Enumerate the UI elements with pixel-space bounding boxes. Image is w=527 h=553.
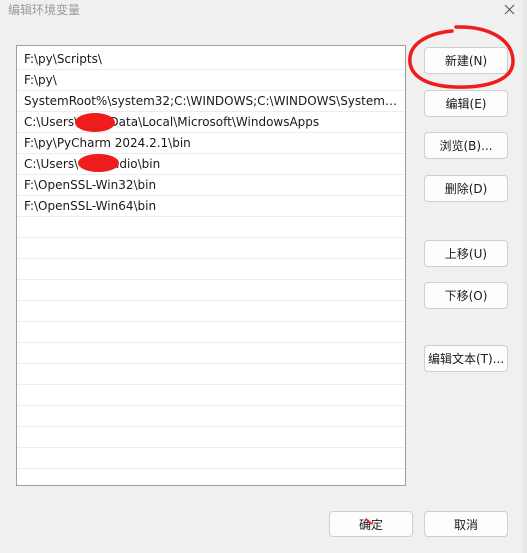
list-item[interactable] bbox=[17, 217, 405, 238]
list-item[interactable] bbox=[17, 427, 405, 448]
list-item[interactable]: F:\py\PyCharm 2024.2.1\bin bbox=[17, 133, 405, 154]
close-button[interactable] bbox=[496, 0, 522, 18]
redaction-mark bbox=[78, 154, 119, 172]
window-edge bbox=[522, 0, 527, 553]
list-item[interactable] bbox=[17, 280, 405, 301]
new-button[interactable]: 新建(N) bbox=[424, 47, 508, 74]
window-title: 编辑环境变量 bbox=[8, 3, 81, 17]
title-bar: 编辑环境变量 bbox=[0, 0, 527, 22]
list-item[interactable]: F:\py\Scripts\ bbox=[17, 49, 405, 70]
list-item[interactable] bbox=[17, 406, 405, 427]
list-item[interactable] bbox=[17, 385, 405, 406]
redaction-mark bbox=[75, 113, 115, 132]
path-list[interactable]: F:\py\Scripts\ F:\py\ SystemRoot%\system… bbox=[16, 45, 406, 486]
edit-text-button[interactable]: 编辑文本(T)... bbox=[424, 345, 508, 372]
move-down-button[interactable]: 下移(O) bbox=[424, 282, 508, 309]
ok-button[interactable]: 确定 bbox=[329, 511, 413, 537]
list-item[interactable]: F:\py\ bbox=[17, 70, 405, 91]
list-item[interactable]: SystemRoot%\system32;C:\WINDOWS;C:\WINDO… bbox=[17, 91, 405, 112]
cancel-button[interactable]: 取消 bbox=[424, 511, 508, 537]
list-item-text: F:\OpenSSL-Win32\bin bbox=[24, 178, 157, 192]
list-item[interactable]: F:\OpenSSL-Win32\bin bbox=[17, 175, 405, 196]
list-item[interactable] bbox=[17, 469, 405, 485]
list-item[interactable] bbox=[17, 448, 405, 469]
browse-button[interactable]: 浏览(B)... bbox=[424, 132, 508, 159]
edit-button[interactable]: 编辑(E) bbox=[424, 90, 508, 117]
list-item[interactable] bbox=[17, 238, 405, 259]
close-icon bbox=[504, 4, 514, 14]
list-item[interactable] bbox=[17, 259, 405, 280]
move-up-button[interactable]: 上移(U) bbox=[424, 240, 508, 267]
delete-button[interactable]: 删除(D) bbox=[424, 175, 508, 202]
list-item-text: SystemRoot%\system32;C:\WINDOWS;C:\WINDO… bbox=[24, 94, 402, 108]
list-item-text: F:\py\Scripts\ bbox=[24, 52, 102, 66]
list-item[interactable]: F:\OpenSSL-Win64\bin bbox=[17, 196, 405, 217]
list-item[interactable] bbox=[17, 343, 405, 364]
list-item-text: F:\py\PyCharm 2024.2.1\bin bbox=[24, 136, 191, 150]
list-item-text: F:\py\ bbox=[24, 73, 57, 87]
list-item[interactable] bbox=[17, 364, 405, 385]
list-item[interactable]: C:\Users\ .lmstudio\bin bbox=[17, 154, 405, 175]
list-item[interactable] bbox=[17, 322, 405, 343]
list-item[interactable] bbox=[17, 301, 405, 322]
list-item-text: F:\OpenSSL-Win64\bin bbox=[24, 199, 157, 213]
